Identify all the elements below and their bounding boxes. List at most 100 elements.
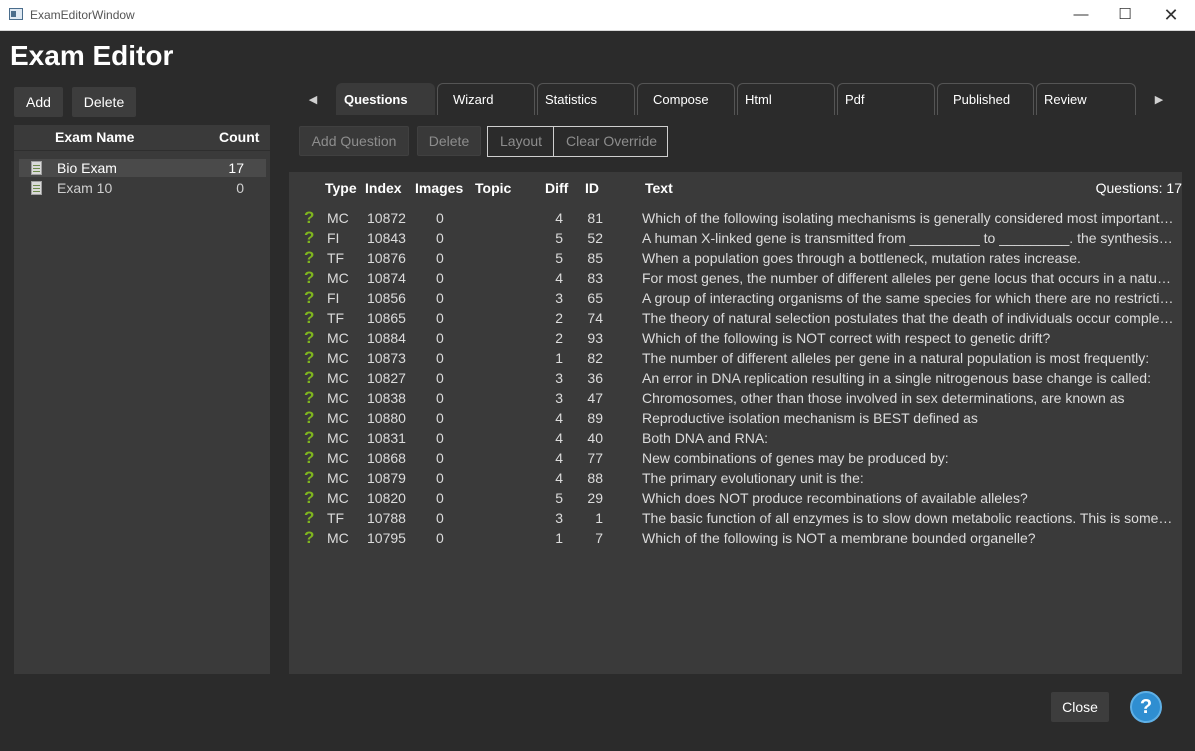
table-row[interactable]: ? FI 10843 0 5 52 A human X-linked gene is tra… [289,228,1182,248]
cell-id: 82 [587,350,603,366]
cell-id: 40 [587,430,603,446]
tab-scroll-right-icon[interactable]: ▶ [1149,85,1169,115]
cell-images: 0 [436,470,444,486]
question-table: Type Index Images Topic Diff ID Text Que… [289,172,1182,674]
tab-review[interactable]: Review [1036,83,1136,115]
cell-images: 0 [436,410,444,426]
tab-published[interactable]: Published [937,83,1034,115]
window-title: ExamEditorWindow [30,8,135,22]
delete-exam-button[interactable]: Delete [72,87,136,117]
column-header-images[interactable]: Images [415,180,463,196]
cell-text: A group of interacting organisms of the … [642,290,1174,306]
column-header-diff[interactable]: Diff [545,180,568,196]
help-icon[interactable]: ? [1130,691,1162,723]
table-row[interactable]: ? MC 10831 0 4 40 Both DNA and RNA: [289,428,1182,448]
column-header-id[interactable]: ID [585,180,599,196]
cell-id: 65 [587,290,603,306]
cell-images: 0 [436,250,444,266]
cell-type: MC [327,490,349,506]
table-row[interactable]: ? MC 10820 0 5 29 Which does NOT produce recom… [289,488,1182,508]
tab-statistics[interactable]: Statistics [537,83,635,115]
table-row[interactable]: ? MC 10795 0 1 7 Which of the following is NOT… [289,528,1182,548]
table-row[interactable]: ? MC 10880 0 4 89 Reproductive isolation mecha… [289,408,1182,428]
cell-index: 10820 [367,490,406,506]
cell-id: 47 [587,390,603,406]
cell-text: The primary evolutionary unit is the: [642,470,864,486]
column-header-text[interactable]: Text [645,180,673,196]
tab-scroll-left-icon[interactable]: ◀ [303,85,323,115]
tab-html[interactable]: Html [737,83,835,115]
column-header-type[interactable]: Type [325,180,357,196]
cell-diff: 5 [555,490,563,506]
layout-button[interactable]: Layout [500,133,542,149]
cell-text: An error in DNA replication resulting in… [642,370,1151,386]
layout-button-group: Layout Clear Override [487,126,668,157]
exam-name: Exam 10 [57,180,113,196]
document-icon [31,181,42,195]
cell-diff: 4 [555,430,563,446]
cell-diff: 4 [555,210,563,226]
question-mark-icon: ? [304,368,315,387]
exam-count: 17 [228,160,244,176]
close-button[interactable]: Close [1051,692,1109,722]
cell-type: TF [327,310,345,326]
cell-diff: 3 [555,290,563,306]
tab-wizard[interactable]: Wizard [437,83,535,115]
cell-type: TF [327,510,345,526]
table-row[interactable]: ? MC 10874 0 4 83 For most genes, the number o… [289,268,1182,288]
column-header-exam-name[interactable]: Exam Name [55,129,134,145]
cell-text: Which of the following isolating mechani… [642,210,1174,226]
cell-type: MC [327,450,349,466]
add-question-button[interactable]: Add Question [299,126,409,156]
clear-override-button[interactable]: Clear Override [566,133,657,149]
column-header-count[interactable]: Count [219,129,259,145]
table-row[interactable]: ? FI 10856 0 3 65 A group of interacting organ… [289,288,1182,308]
cell-type: FI [327,290,340,306]
tab-compose[interactable]: Compose [637,83,735,115]
cell-diff: 4 [555,450,563,466]
cell-index: 10872 [367,210,406,226]
cell-text: Which of the following is NOT a membrane… [642,530,1036,546]
close-window-icon[interactable]: ✕ [1148,0,1194,30]
exam-list-header: Exam Name Count [14,125,270,149]
cell-text: The number of different alleles per gene… [642,350,1150,366]
table-row[interactable]: ? MC 10884 0 2 93 Which of the following is NO… [289,328,1182,348]
table-row[interactable]: ? MC 10868 0 4 77 New combinations of genes ma… [289,448,1182,468]
cell-diff: 5 [555,250,563,266]
cell-images: 0 [436,310,444,326]
delete-question-button[interactable]: Delete [417,126,481,156]
maximize-icon[interactable]: ☐ [1102,0,1148,30]
tab-pdf[interactable]: Pdf [837,83,935,115]
add-exam-button[interactable]: Add [14,87,63,117]
cell-diff: 2 [555,310,563,326]
cell-text: Reproductive isolation mechanism is BEST… [642,410,978,426]
cell-diff: 2 [555,330,563,346]
question-mark-icon: ? [304,348,315,367]
cell-type: MC [327,330,349,346]
cell-images: 0 [436,530,444,546]
table-row[interactable]: ? MC 10838 0 3 47 Chromosomes, other than thos… [289,388,1182,408]
cell-images: 0 [436,490,444,506]
column-header-topic[interactable]: Topic [475,180,511,196]
cell-index: 10827 [367,370,406,386]
cell-type: MC [327,430,349,446]
exam-list-item[interactable]: Bio Exam 17 [19,159,266,177]
cell-type: MC [327,210,349,226]
cell-images: 0 [436,270,444,286]
question-mark-icon: ? [304,488,315,507]
tab-questions[interactable]: Questions [336,83,435,115]
question-mark-icon: ? [304,308,315,327]
table-row[interactable]: ? TF 10876 0 5 85 When a population goes throu… [289,248,1182,268]
table-row[interactable]: ? MC 10827 0 3 36 An error in DNA replication … [289,368,1182,388]
table-row[interactable]: ? MC 10873 0 1 82 The number of different alle… [289,348,1182,368]
table-row[interactable]: ? TF 10865 0 2 74 The theory of natural select… [289,308,1182,328]
minimize-icon[interactable]: — [1058,0,1104,30]
exam-list-item[interactable]: Exam 10 0 [19,179,266,197]
table-row[interactable]: ? TF 10788 0 3 1 The basic function of all enz… [289,508,1182,528]
cell-id: 88 [587,470,603,486]
cell-index: 10795 [367,530,406,546]
question-mark-icon: ? [304,448,315,467]
table-row[interactable]: ? MC 10872 0 4 81 Which of the following isola… [289,208,1182,228]
table-row[interactable]: ? MC 10879 0 4 88 The primary evolutionary uni… [289,468,1182,488]
column-header-index[interactable]: Index [365,180,402,196]
